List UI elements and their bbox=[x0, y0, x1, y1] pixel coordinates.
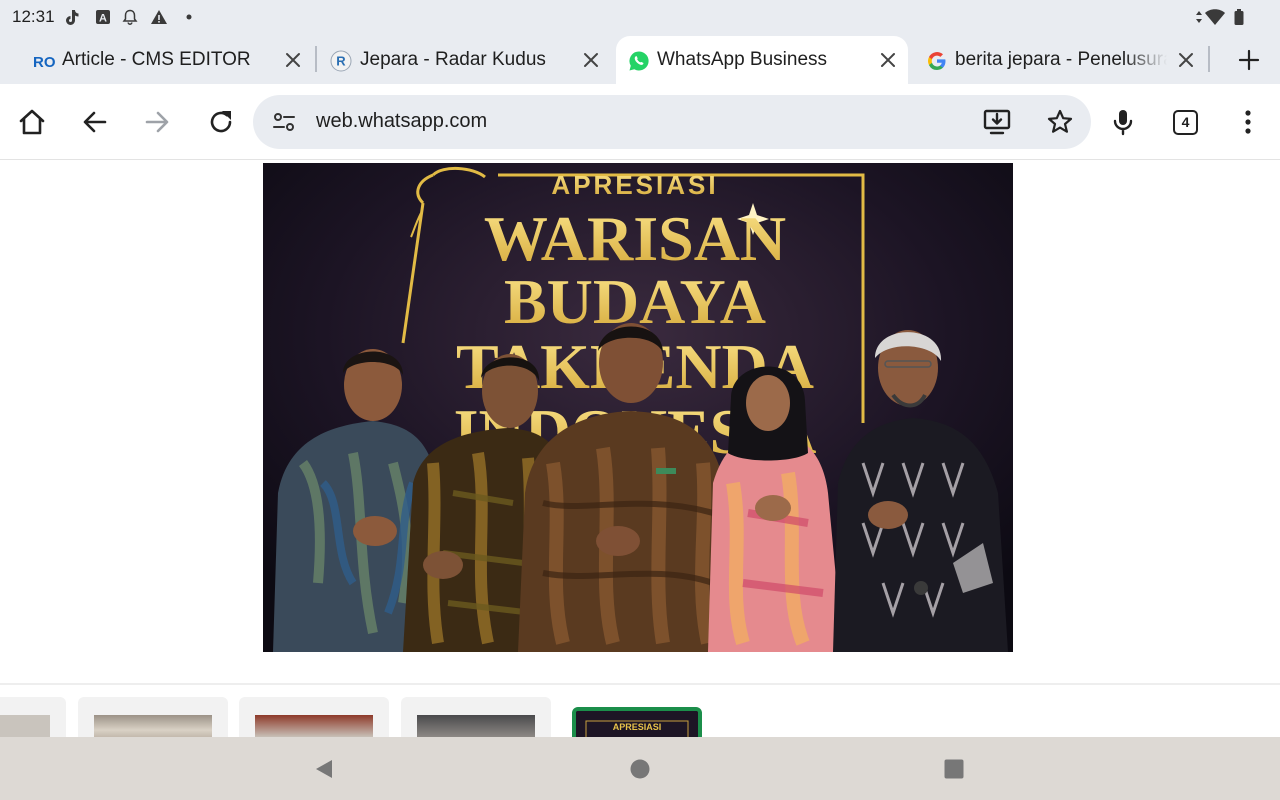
tab-title: WhatsApp Business bbox=[657, 49, 828, 70]
alarm-bell-icon bbox=[122, 9, 138, 26]
banner-warisan: WARISAN bbox=[484, 203, 786, 274]
status-time: 12:31 bbox=[12, 7, 55, 26]
whatsapp-media-viewer: APRESIASI WARISAN BUDAYA TAKBENDA INDONE… bbox=[0, 160, 1280, 737]
dot-icon bbox=[186, 14, 192, 20]
tab-article-cms-editor[interactable]: RO Article - CMS EDITOR bbox=[20, 36, 312, 84]
bookmark-star-icon[interactable] bbox=[1046, 108, 1074, 136]
media-thumbnail[interactable] bbox=[239, 697, 389, 737]
media-thumbnail[interactable] bbox=[78, 697, 228, 737]
thumbnail-image bbox=[417, 715, 535, 737]
battery-icon bbox=[1234, 9, 1244, 25]
thumbnail-image bbox=[0, 715, 50, 737]
address-bar[interactable]: web.whatsapp.com bbox=[253, 95, 1091, 149]
site-settings-icon[interactable] bbox=[271, 109, 297, 135]
nav-home-icon[interactable] bbox=[628, 757, 652, 781]
svg-text:RO: RO bbox=[33, 54, 56, 71]
whatsapp-icon bbox=[629, 51, 649, 71]
android-navigation-bar bbox=[0, 737, 1280, 800]
install-app-icon[interactable] bbox=[982, 107, 1012, 137]
tab-title: Jepara - Radar Kudus bbox=[360, 49, 546, 70]
a-letter-icon: A bbox=[96, 10, 110, 25]
thumbnail-divider bbox=[0, 683, 1280, 685]
home-icon[interactable] bbox=[17, 107, 47, 137]
forward-icon[interactable] bbox=[142, 107, 172, 137]
thumbnail-image bbox=[94, 715, 212, 737]
thumbnail-image bbox=[255, 715, 373, 737]
tab-jepara-radar-kudus[interactable]: R Jepara - Radar Kudus bbox=[318, 36, 610, 84]
main-photo: APRESIASI WARISAN BUDAYA TAKBENDA INDONE… bbox=[263, 163, 1013, 652]
back-icon[interactable] bbox=[80, 107, 110, 137]
new-tab-icon[interactable] bbox=[1236, 47, 1262, 73]
svg-text:R: R bbox=[336, 54, 346, 69]
tab-switcher-icon[interactable]: 4 bbox=[1173, 110, 1198, 135]
tiktok-icon bbox=[66, 10, 79, 25]
close-tab-icon[interactable] bbox=[1175, 49, 1197, 71]
media-thumbnail-selected[interactable]: APRESIASI bbox=[572, 707, 702, 737]
tab-berita-jepara-penelusuran[interactable]: berita jepara - Penelusuran bbox=[914, 36, 1206, 84]
microphone-icon[interactable] bbox=[1108, 107, 1138, 137]
reload-icon[interactable] bbox=[206, 107, 236, 137]
banner-apresiasi: APRESIASI bbox=[551, 170, 718, 200]
close-tab-icon[interactable] bbox=[580, 49, 602, 71]
browser-toolbar: web.whatsapp.com 4 bbox=[0, 84, 1280, 160]
thumbnail-caption: APRESIASI bbox=[613, 722, 662, 732]
tab-title: Article - CMS EDITOR bbox=[62, 49, 251, 70]
warning-icon bbox=[151, 10, 167, 24]
radar-kudus-icon: R bbox=[330, 50, 352, 72]
wifi-icon bbox=[1205, 9, 1225, 25]
media-thumbnail[interactable] bbox=[401, 697, 551, 737]
nav-recents-icon[interactable] bbox=[942, 757, 966, 781]
photo-scene: APRESIASI WARISAN BUDAYA TAKBENDA INDONE… bbox=[263, 163, 1013, 652]
ro-logo-icon: RO bbox=[33, 54, 56, 71]
svg-text:A: A bbox=[99, 13, 107, 25]
tab-separator bbox=[1208, 46, 1210, 72]
more-menu-icon[interactable] bbox=[1233, 107, 1263, 137]
media-thumbnail[interactable] bbox=[0, 697, 66, 737]
thumbnail-image: APRESIASI bbox=[576, 711, 698, 737]
close-tab-icon[interactable] bbox=[282, 49, 304, 71]
close-tab-icon[interactable] bbox=[877, 49, 899, 71]
nav-back-icon[interactable] bbox=[312, 757, 336, 781]
status-bar: 12:31 A bbox=[0, 0, 1280, 34]
tab-title: berita jepara - Penelusuran bbox=[955, 49, 1167, 70]
tab-whatsapp-business[interactable]: WhatsApp Business bbox=[616, 36, 908, 84]
tab-strip: RO Article - CMS EDITOR R Jepara - Radar… bbox=[0, 34, 1280, 84]
tab-separator bbox=[315, 46, 317, 72]
url-text[interactable]: web.whatsapp.com bbox=[316, 110, 487, 133]
google-icon bbox=[928, 52, 946, 70]
